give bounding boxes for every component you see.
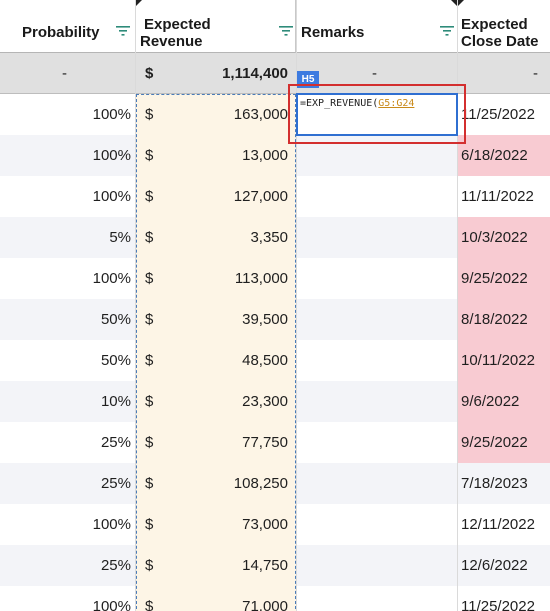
- probability-cell[interactable]: 10%: [0, 381, 131, 422]
- close-date-cell[interactable]: 12/6/2022: [461, 545, 549, 586]
- filter-icon[interactable]: [440, 26, 454, 36]
- close-date-cell[interactable]: 11/11/2022: [461, 176, 549, 217]
- column-header-remarks[interactable]: Remarks: [296, 0, 458, 53]
- spreadsheet: Probability Expected Revenue Remarks Exp…: [0, 0, 550, 611]
- probability-cell[interactable]: 100%: [0, 504, 131, 545]
- column-header-label: Expected: [461, 16, 528, 33]
- close-date-cell[interactable]: 10/11/2022: [461, 340, 549, 381]
- comment-marker: [136, 0, 142, 6]
- close-date-cell[interactable]: 9/25/2022: [461, 258, 549, 299]
- formula-prefix: =EXP_REVENUE(: [300, 98, 379, 109]
- probability-cell[interactable]: 50%: [0, 340, 131, 381]
- filter-icon[interactable]: [116, 26, 130, 36]
- comment-marker: [458, 0, 464, 6]
- summary-close-date[interactable]: -: [533, 53, 538, 94]
- column-header-expected-close-date[interactable]: Expected Close Date: [458, 0, 550, 53]
- close-date-cell[interactable]: 11/25/2022: [461, 586, 549, 611]
- formula-range-reference[interactable]: G5:G24: [378, 98, 414, 109]
- close-date-cell[interactable]: 7/18/2023: [461, 463, 549, 504]
- column-header-label: Close Date: [461, 33, 539, 50]
- probability-cell[interactable]: 25%: [0, 545, 131, 586]
- probability-cell[interactable]: 25%: [0, 463, 131, 504]
- probability-cell[interactable]: 100%: [0, 176, 131, 217]
- close-date-cell[interactable]: 11/25/2022: [461, 94, 549, 135]
- close-date-cell[interactable]: 6/18/2022: [461, 135, 549, 176]
- close-date-cell[interactable]: 9/6/2022: [461, 381, 549, 422]
- column-header-label: Revenue: [140, 33, 203, 50]
- column-header-label: Probability: [22, 24, 100, 41]
- probability-cell[interactable]: 25%: [0, 422, 131, 463]
- probability-cell[interactable]: 100%: [0, 258, 131, 299]
- filter-icon[interactable]: [279, 26, 293, 36]
- probability-cell[interactable]: 5%: [0, 217, 131, 258]
- summary-expected-revenue[interactable]: 1,114,400: [200, 53, 288, 94]
- close-date-cell[interactable]: 8/18/2022: [461, 299, 549, 340]
- probability-cell[interactable]: 50%: [0, 299, 131, 340]
- probability-cell[interactable]: 100%: [0, 135, 131, 176]
- copy-range-marquee: [136, 94, 296, 611]
- column-header-expected-revenue[interactable]: Expected Revenue: [136, 0, 296, 53]
- column-header-label: Remarks: [301, 24, 365, 41]
- close-date-cell[interactable]: 12/11/2022: [461, 504, 549, 545]
- close-date-cell[interactable]: 10/3/2022: [461, 217, 549, 258]
- probability-cell[interactable]: 100%: [0, 94, 131, 135]
- formula-editor-input[interactable]: =EXP_REVENUE(G5:G24: [296, 93, 458, 136]
- probability-cell[interactable]: 100%: [0, 586, 131, 611]
- column-header-probability[interactable]: Probability: [0, 0, 136, 53]
- summary-probability[interactable]: -: [62, 53, 67, 94]
- column-header-label: Expected: [144, 16, 211, 33]
- summary-row: - $ 1,114,400 - -: [0, 53, 550, 94]
- close-date-cell[interactable]: 9/25/2022: [461, 422, 549, 463]
- summary-currency-symbol: $: [145, 65, 154, 82]
